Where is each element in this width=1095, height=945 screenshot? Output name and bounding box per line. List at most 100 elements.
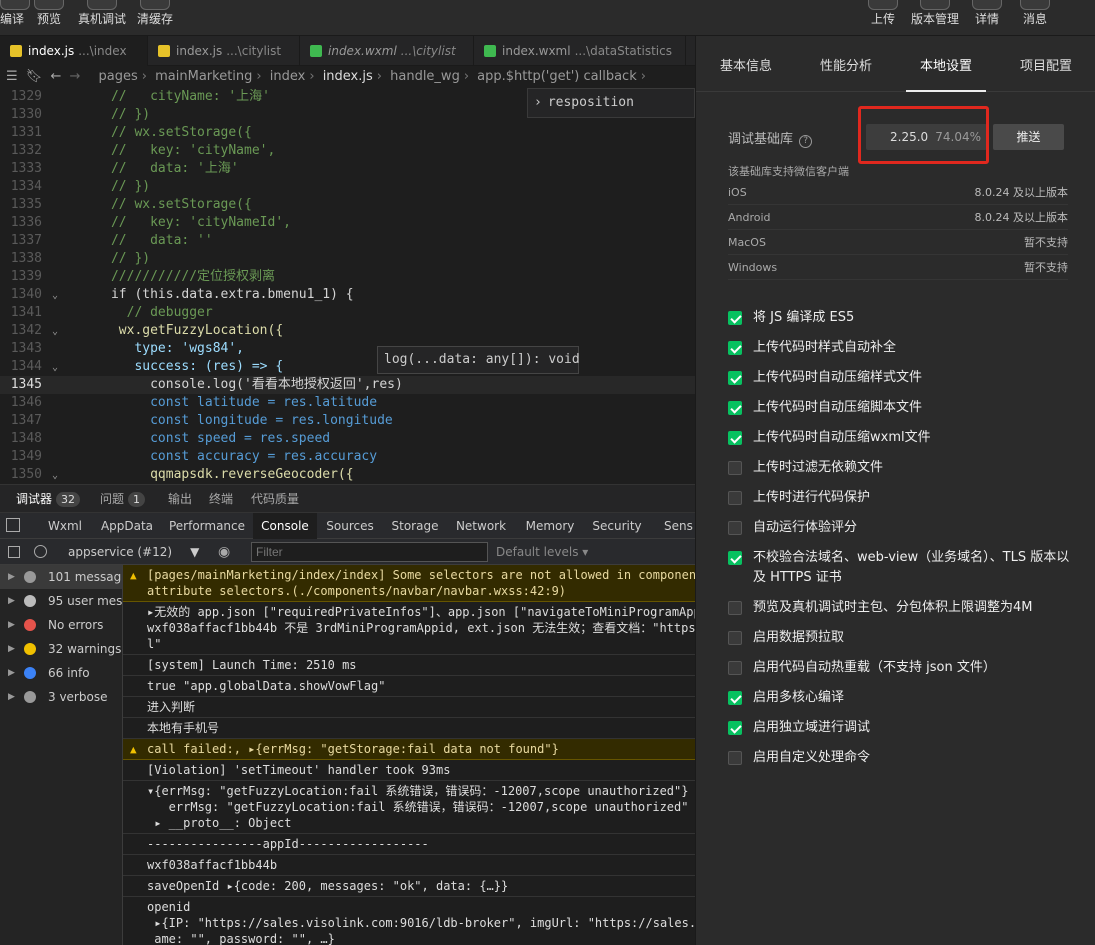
unchecked-box-icon[interactable] xyxy=(728,661,742,675)
sidebar-toggle-icon[interactable] xyxy=(8,546,20,558)
console-log-entry[interactable]: openid ▸{IP: "https://sales.visolink.com… xyxy=(123,897,695,945)
unchecked-box-icon[interactable] xyxy=(728,631,742,645)
tab-storage[interactable]: Storage xyxy=(386,513,444,539)
console-log-entry[interactable]: [system] Launch Time: 2510 ms xyxy=(123,655,695,676)
fold-chevron-icon[interactable]: ⌄ xyxy=(46,287,64,305)
console-log-entry[interactable]: ----------------appId------------------ xyxy=(123,834,695,855)
code-line[interactable]: 1338 // }) xyxy=(0,250,695,268)
code-line[interactable]: 1343 type: 'wgs84', xyxy=(0,340,695,358)
help-icon[interactable]: ? xyxy=(799,135,813,148)
option-checkbox[interactable]: 上传代码时自动压缩样式文件 xyxy=(728,368,1078,388)
eye-icon[interactable]: ◉ xyxy=(218,544,230,560)
tab-performance[interactable]: Performance xyxy=(166,513,248,539)
code-line[interactable]: 1333 // data: '上海' xyxy=(0,160,695,178)
option-checkbox[interactable]: 自动运行体验评分 xyxy=(728,518,1078,538)
list-icon[interactable]: ☰ xyxy=(6,69,18,84)
outline-popup[interactable]: › resposition xyxy=(527,88,695,118)
tab-sensor[interactable]: Sens xyxy=(664,513,695,539)
tab-local-settings[interactable]: 本地设置 xyxy=(906,36,986,92)
code-line[interactable]: 1331 // wx.setStorage({ xyxy=(0,124,695,142)
checked-box-icon[interactable] xyxy=(728,311,742,325)
code-line[interactable]: 1341 // debugger xyxy=(0,304,695,322)
checked-box-icon[interactable] xyxy=(728,551,742,565)
option-checkbox[interactable]: 启用代码自动热重载（不支持 json 文件） xyxy=(728,658,1078,678)
option-checkbox[interactable]: 上传时进行代码保护 xyxy=(728,488,1078,508)
tab-output[interactable]: 输出 xyxy=(168,485,192,513)
tab-project-config[interactable]: 项目配置 xyxy=(1006,36,1086,92)
code-line[interactable]: 1339 ///////////定位授权剥离 xyxy=(0,268,695,286)
unchecked-box-icon[interactable] xyxy=(728,601,742,615)
console-log-entry[interactable]: ▸无效的 app.json ["requiredPrivateInfos"]、a… xyxy=(123,602,695,655)
unchecked-box-icon[interactable] xyxy=(728,491,742,505)
option-checkbox[interactable]: 上传代码时样式自动补全 xyxy=(728,338,1078,358)
code-line[interactable]: 1350 ⌄ qqmapsdk.reverseGeocoder({ xyxy=(0,466,695,484)
push-button[interactable]: 推送 xyxy=(993,124,1064,150)
details-button[interactable]: 详情 xyxy=(970,0,1004,36)
compile-button[interactable]: 编译 xyxy=(0,0,30,36)
option-checkbox[interactable]: 启用数据预拉取 xyxy=(728,628,1078,648)
console-log-entry[interactable]: 本地有手机号 xyxy=(123,718,695,739)
code-line[interactable]: 1348 const speed = res.speed xyxy=(0,430,695,448)
option-checkbox[interactable]: 启用多核心编译 xyxy=(728,688,1078,708)
checked-box-icon[interactable] xyxy=(728,401,742,415)
console-log-entry[interactable]: ▲ [pages/mainMarketing/index/index] Some … xyxy=(123,565,695,602)
option-checkbox[interactable]: 上传时过滤无依赖文件 xyxy=(728,458,1078,478)
code-line[interactable]: 1347 const longitude = res.longitude xyxy=(0,412,695,430)
code-line[interactable]: 1340 ⌄ if (this.data.extra.bmenu1_1) { xyxy=(0,286,695,304)
editor-tab[interactable]: index.wxml ...\dataStatistics xyxy=(474,36,686,66)
code-line[interactable]: 1334 // }) xyxy=(0,178,695,196)
checked-box-icon[interactable] xyxy=(728,691,742,705)
sidebar-item[interactable]: ▶ 95 user mes... xyxy=(0,589,122,613)
option-checkbox[interactable]: 启用自定义处理命令 xyxy=(728,748,1078,768)
fold-chevron-icon[interactable]: ⌄ xyxy=(46,323,64,341)
option-checkbox[interactable]: 预览及真机调试时主包、分包体积上限调整为4M xyxy=(728,598,1078,618)
editor-tab[interactable]: index.js ...\index xyxy=(0,36,148,66)
console-logs[interactable]: ▲ [pages/mainMarketing/index/index] Some … xyxy=(123,565,695,945)
inspect-element-icon[interactable] xyxy=(6,518,20,532)
bookmark-icon[interactable]: 🔖︎ xyxy=(26,69,43,84)
option-checkbox[interactable]: 启用独立域进行调试 xyxy=(728,718,1078,738)
tab-code-quality[interactable]: 代码质量 xyxy=(251,485,299,513)
tab-memory[interactable]: Memory xyxy=(520,513,580,539)
code-line[interactable]: 1349 const accuracy = res.accuracy xyxy=(0,448,695,466)
forward-arrow-icon[interactable]: → xyxy=(70,69,81,84)
code-line[interactable]: 1344 ⌄ success: (res) => { xyxy=(0,358,695,376)
checked-box-icon[interactable] xyxy=(728,431,742,445)
back-arrow-icon[interactable]: ← xyxy=(50,69,61,84)
tab-problems[interactable]: 问题 1 xyxy=(100,485,146,513)
tab-console[interactable]: Console xyxy=(253,513,317,539)
tab-terminal[interactable]: 终端 xyxy=(209,485,233,513)
unchecked-box-icon[interactable] xyxy=(728,521,742,535)
checked-box-icon[interactable] xyxy=(728,721,742,735)
tab-debugger[interactable]: 调试器 32 xyxy=(16,485,81,513)
filter-input[interactable] xyxy=(251,542,488,562)
breadcrumb-item[interactable]: app.$http('get') callback xyxy=(477,69,637,84)
fold-chevron-icon[interactable]: ⌄ xyxy=(46,467,64,484)
context-select[interactable]: appservice (#12) ▼ xyxy=(68,539,199,565)
tab-performance-analysis[interactable]: 性能分析 xyxy=(806,36,886,92)
console-log-entry[interactable]: 进入判断 xyxy=(123,697,695,718)
clear-console-icon[interactable] xyxy=(34,545,47,558)
breadcrumb-item[interactable]: handle_wg xyxy=(390,69,460,84)
checked-box-icon[interactable] xyxy=(728,341,742,355)
breadcrumb-item[interactable]: pages xyxy=(99,69,138,84)
sidebar-item[interactable]: ▶ 3 verbose xyxy=(0,685,122,709)
tab-sources[interactable]: Sources xyxy=(322,513,378,539)
sidebar-item[interactable]: ▶ 32 warnings xyxy=(0,637,122,661)
code-area[interactable]: 1329 // cityName: '上海' 1330 // }) 1331 // … xyxy=(0,88,695,484)
clear-cache-button[interactable]: 清缓存 xyxy=(134,0,176,36)
tab-wxml[interactable]: Wxml xyxy=(40,513,90,539)
option-checkbox[interactable]: 上传代码时自动压缩脚本文件 xyxy=(728,398,1078,418)
code-line[interactable]: 1337 // data: '' xyxy=(0,232,695,250)
preview-button[interactable]: 预览 xyxy=(32,0,66,36)
log-levels-select[interactable]: Default levels ▾ xyxy=(496,539,588,565)
real-device-debug-button[interactable]: 真机调试 xyxy=(74,0,130,36)
option-checkbox[interactable]: 将 JS 编译成 ES5 xyxy=(728,308,1078,328)
code-line[interactable]: 1345 console.log('看看本地授权返回',res) xyxy=(0,376,695,394)
breadcrumb-item[interactable]: index xyxy=(270,69,306,84)
checked-box-icon[interactable] xyxy=(728,371,742,385)
code-line[interactable]: 1332 // key: 'cityName', xyxy=(0,142,695,160)
console-log-entry[interactable]: true "app.globalData.showVowFlag" xyxy=(123,676,695,697)
unchecked-box-icon[interactable] xyxy=(728,751,742,765)
code-line[interactable]: 1336 // key: 'cityNameId', xyxy=(0,214,695,232)
